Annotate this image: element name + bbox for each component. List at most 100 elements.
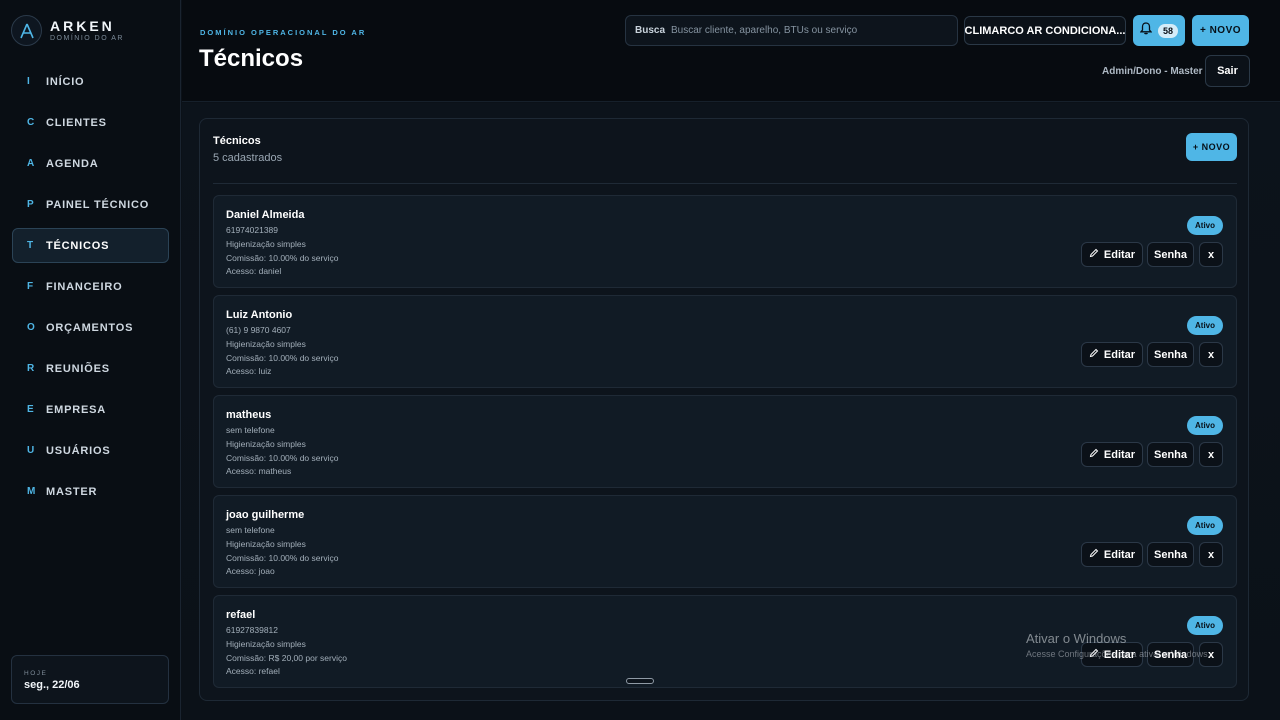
technicians-panel: Técnicos 5 cadastrados + NOVO Daniel Alm… (199, 118, 1249, 701)
nav-letter: R (27, 363, 36, 374)
technician-commission: Comissão: 10.00% do serviço (226, 353, 339, 363)
status-badge: Ativo (1187, 316, 1223, 335)
technician-service: Higienização simples (226, 439, 306, 449)
sidebar-item-clientes[interactable]: C CLIENTES (12, 105, 169, 140)
status-badge: Ativo (1187, 516, 1223, 535)
password-button[interactable]: Senha (1147, 342, 1194, 367)
search-bar[interactable]: Busca (625, 15, 958, 46)
delete-button[interactable]: x (1199, 442, 1223, 467)
password-button[interactable]: Senha (1147, 442, 1194, 467)
nav-letter: P (27, 199, 35, 210)
sidebar-item-painel-tecnico[interactable]: P PAINEL TÉCNICO (12, 187, 169, 222)
horizontal-scrollbar[interactable] (626, 678, 654, 684)
technician-name: joao guilherme (226, 509, 305, 521)
edit-button[interactable]: Editar (1081, 342, 1143, 367)
brand-tagline: DOMÍNIO DO AR (50, 34, 124, 42)
sidebar-item-financeiro[interactable]: F FINANCEIRO (12, 269, 169, 304)
sidebar-item-label: EMPRESA (46, 403, 106, 416)
edit-button[interactable]: Editar (1081, 542, 1143, 567)
delete-button[interactable]: x (1199, 542, 1223, 567)
pencil-icon (1089, 548, 1099, 561)
technician-access: Acesso: refael (226, 666, 280, 676)
password-button[interactable]: Senha (1147, 242, 1194, 267)
technician-phone: sem telefone (226, 525, 275, 535)
delete-button[interactable]: x (1199, 342, 1223, 367)
technician-card: Daniel Almeida 61974021389 Higienização … (213, 195, 1237, 288)
technician-card: matheus sem telefone Higienização simple… (213, 395, 1237, 488)
notification-count-badge: 58 (1157, 23, 1178, 38)
edit-label: Editar (1103, 248, 1136, 261)
technician-name: matheus (226, 409, 272, 421)
sidebar-item-empresa[interactable]: E EMPRESA (12, 392, 169, 427)
status-badge: Ativo (1187, 216, 1223, 235)
password-button[interactable]: Senha (1147, 542, 1194, 567)
technician-phone: (61) 9 9870 4607 (226, 325, 291, 335)
edit-label: Editar (1103, 548, 1136, 561)
pencil-icon (1089, 348, 1099, 361)
nav-letter: U (27, 445, 36, 456)
logo-icon (11, 15, 42, 46)
edit-button[interactable]: Editar (1081, 242, 1143, 267)
sidebar-item-label: PAINEL TÉCNICO (46, 198, 150, 211)
technician-access: Acesso: matheus (226, 466, 292, 476)
today-label: HOJE (24, 670, 48, 677)
search-input[interactable] (671, 25, 957, 36)
new-technician-button[interactable]: + NOVO (1186, 133, 1237, 161)
sidebar-item-agenda[interactable]: A AGENDA (12, 146, 169, 181)
nav-letter: A (27, 158, 36, 169)
main-content: Técnicos 5 cadastrados + NOVO Daniel Alm… (182, 103, 1280, 720)
technician-service: Higienização simples (226, 639, 306, 649)
nav-letter: M (27, 486, 37, 497)
panel-count: 5 cadastrados (213, 152, 283, 164)
pencil-icon (1089, 248, 1099, 261)
technician-name: Daniel Almeida (226, 209, 305, 221)
technician-phone: 61927839812 (226, 625, 279, 635)
technician-commission: Comissão: R$ 20,00 por serviço (226, 653, 347, 663)
technician-phone: 61974021389 (226, 225, 279, 235)
sidebar-item-label: TÉCNICOS (46, 239, 110, 252)
technician-commission: Comissão: 10.00% do serviço (226, 553, 339, 563)
sidebar-item-tecnicos[interactable]: T TÉCNICOS (12, 228, 169, 263)
technician-service: Higienização simples (226, 539, 306, 549)
edit-button[interactable]: Editar (1081, 442, 1143, 467)
nav-letter: T (27, 240, 34, 251)
today-date: seg., 22/06 (24, 679, 80, 691)
technician-access: Acesso: daniel (226, 266, 282, 276)
technician-commission: Comissão: 10.00% do serviço (226, 253, 339, 263)
windows-activation-watermark: Ativar o Windows Acesse Configurações pa… (1026, 631, 1210, 659)
nav-letter: F (27, 281, 34, 292)
sidebar-item-master[interactable]: M MASTER (12, 474, 169, 509)
sidebar-item-usuarios[interactable]: U USUÁRIOS (12, 433, 169, 468)
pencil-icon (1089, 448, 1099, 461)
logout-button[interactable]: Sair (1205, 55, 1250, 87)
technician-access: Acesso: luiz (226, 366, 272, 376)
search-label: Busca (635, 25, 666, 36)
brand[interactable]: ARKEN DOMÍNIO DO AR (11, 15, 124, 46)
company-selector-button[interactable]: CLIMARCO AR CONDICIONA... (964, 16, 1126, 45)
status-badge: Ativo (1187, 416, 1223, 435)
sidebar-item-label: USUÁRIOS (46, 444, 111, 457)
sidebar-item-reunioes[interactable]: R REUNIÕES (12, 351, 169, 386)
sidebar-item-label: ORÇAMENTOS (46, 321, 134, 334)
user-role: Admin/Dono - Master (1102, 66, 1203, 77)
new-button-header[interactable]: + NOVO (1192, 15, 1249, 46)
technician-name: refael (226, 609, 256, 621)
sidebar-item-label: AGENDA (46, 157, 99, 170)
nav-letter: O (27, 322, 36, 333)
sidebar-item-label: REUNIÕES (46, 362, 110, 375)
watermark-title: Ativar o Windows (1026, 631, 1127, 646)
sidebar: ARKEN DOMÍNIO DO AR I INÍCIO C CLIENTES … (0, 0, 181, 720)
sidebar-item-orcamentos[interactable]: O ORÇAMENTOS (12, 310, 169, 345)
sidebar-item-label: FINANCEIRO (46, 280, 123, 293)
brand-name: ARKEN (50, 17, 115, 34)
page-title: Técnicos (199, 45, 304, 72)
today-card: HOJE seg., 22/06 (11, 655, 169, 704)
top-bar: DOMÍNIO OPERACIONAL DO AR Técnicos Busca… (182, 0, 1280, 102)
notifications-button[interactable]: 58 (1133, 15, 1185, 46)
sidebar-item-label: CLIENTES (46, 116, 107, 129)
divider (213, 183, 1237, 184)
sidebar-item-inicio[interactable]: I INÍCIO (12, 64, 169, 99)
technician-access: Acesso: joao (226, 566, 275, 576)
delete-button[interactable]: x (1199, 242, 1223, 267)
technician-phone: sem telefone (226, 425, 275, 435)
